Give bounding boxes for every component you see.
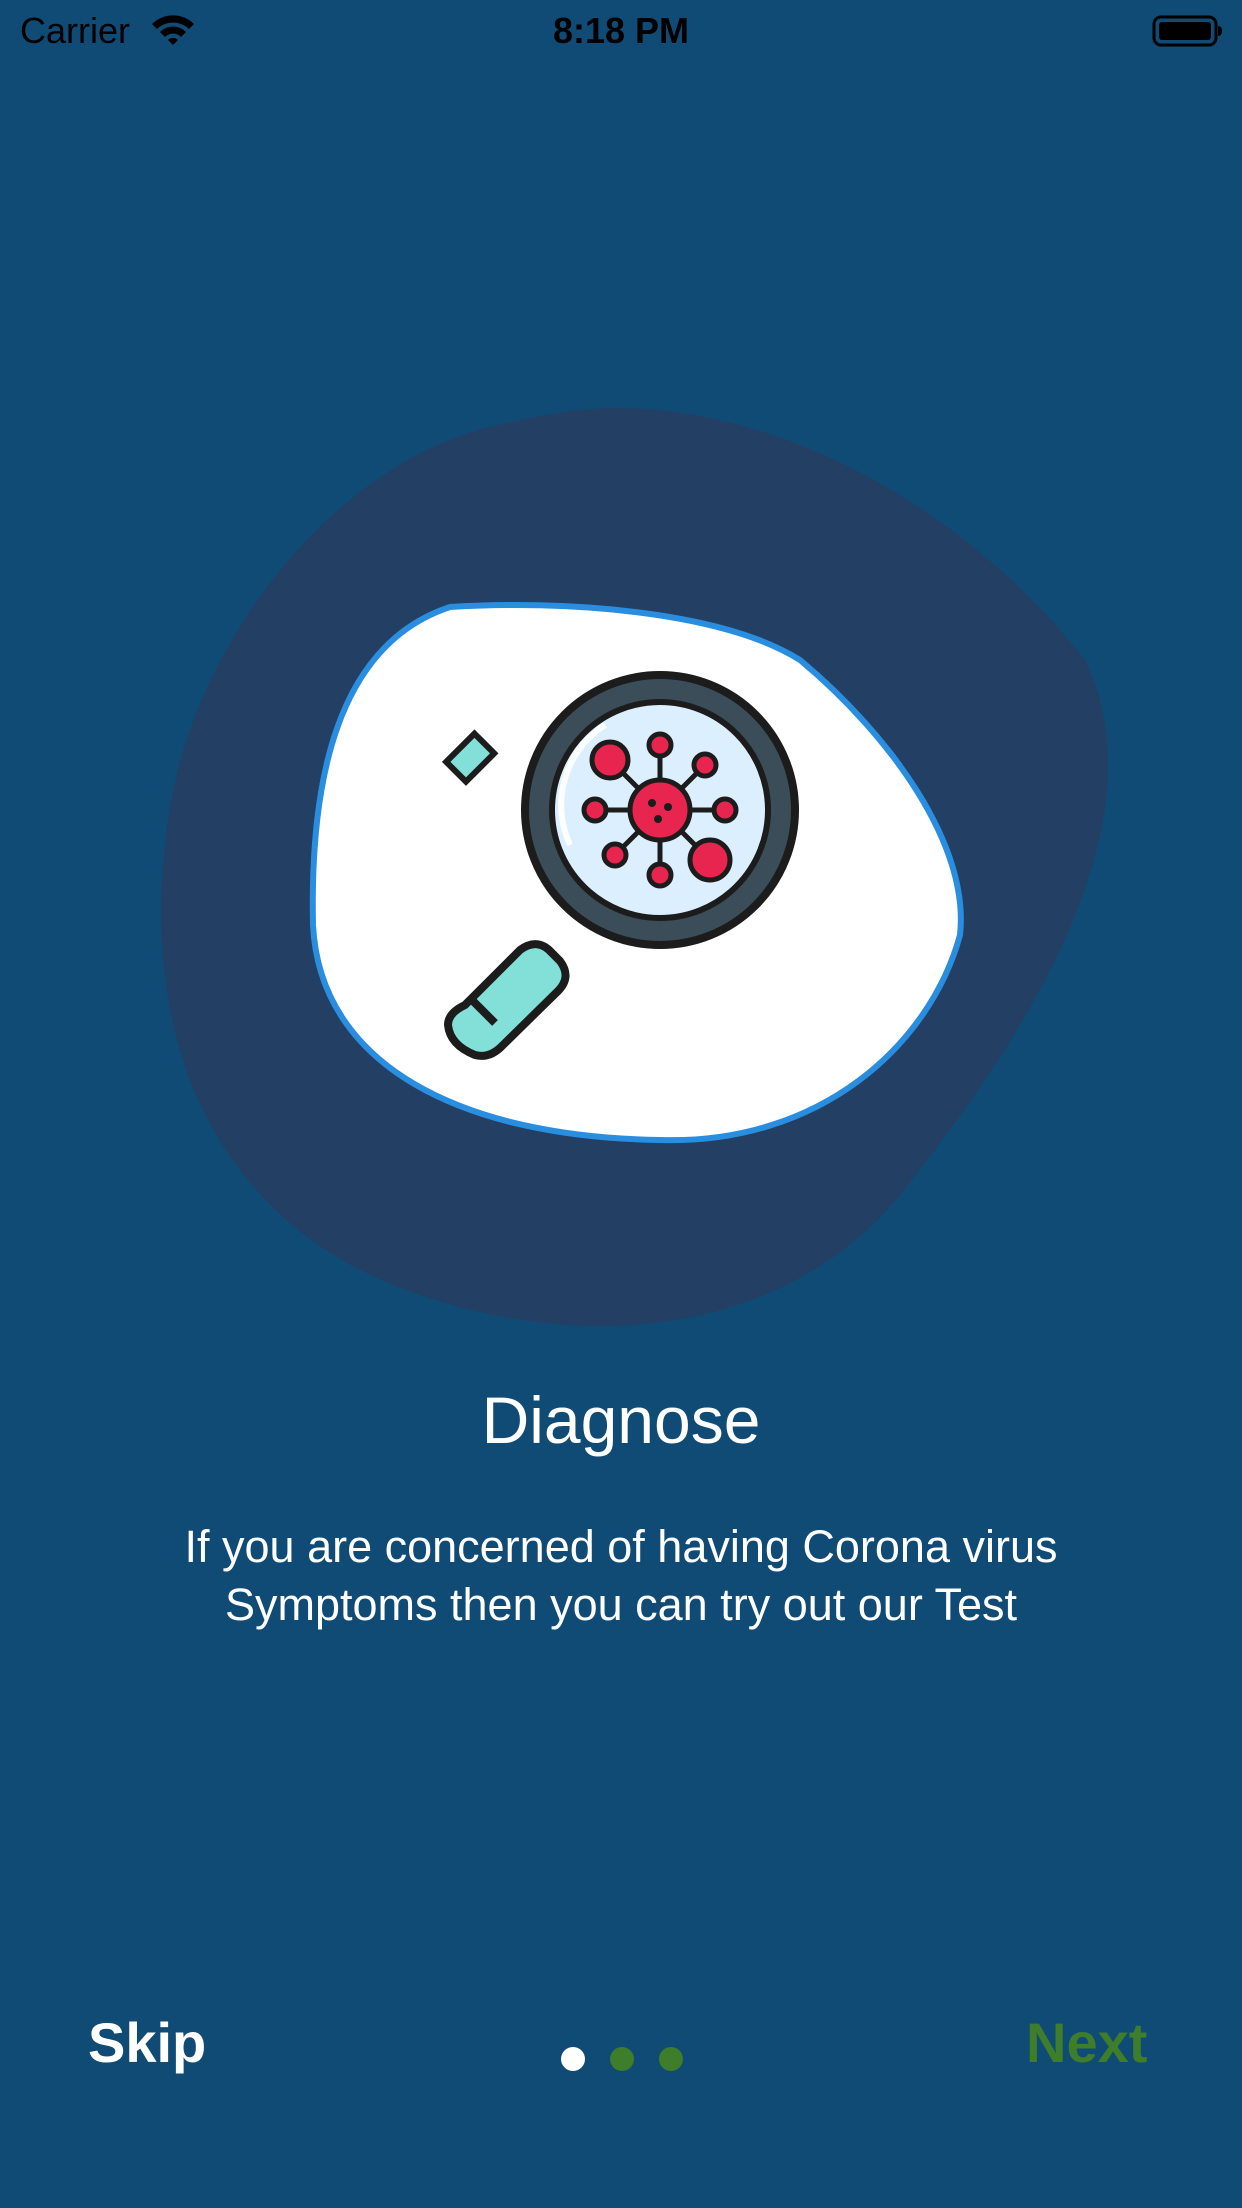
battery-icon xyxy=(1152,15,1222,47)
status-bar: Carrier 8:18 PM xyxy=(0,0,1242,62)
status-time: 8:18 PM xyxy=(552,10,690,51)
description-line-1: If you are concerned of having Corona vi… xyxy=(184,1521,1058,1572)
page-indicator[interactable] xyxy=(561,2047,687,2071)
next-button[interactable]: Next xyxy=(1026,2010,1147,2076)
onboarding-title: Diagnose xyxy=(481,1383,761,1457)
onboarding-description: If you are concerned of having Corona vi… xyxy=(100,1518,1142,1634)
skip-button[interactable]: Skip xyxy=(88,2010,206,2076)
page-dot-2[interactable] xyxy=(610,2047,634,2071)
page-dot-1[interactable] xyxy=(561,2047,585,2071)
page-dot-3[interactable] xyxy=(659,2047,683,2071)
description-line-2: Symptoms then you can try out our Test xyxy=(224,1579,1018,1630)
onboarding-illustration xyxy=(161,408,1109,1326)
